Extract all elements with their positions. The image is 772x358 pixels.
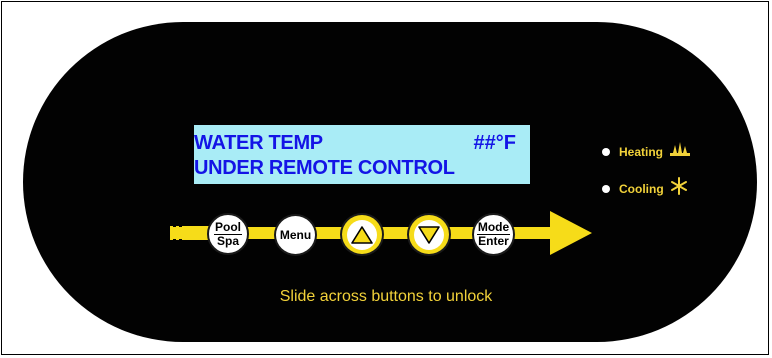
triangle-down-icon [418, 225, 440, 244]
mode-enter-button[interactable]: Mode Enter [472, 213, 515, 256]
lcd-line-remote-control: UNDER REMOTE CONTROL [194, 157, 455, 179]
enter-label: Enter [478, 234, 509, 248]
pool-spa-button[interactable]: Pool Spa [207, 213, 249, 255]
pool-label: Pool [214, 219, 242, 235]
lcd-line-water-temp: WATER TEMP [194, 132, 323, 154]
mode-enter-label: Mode Enter [476, 220, 511, 248]
cooling-indicator: Cooling [602, 177, 688, 200]
unlock-hint-container: Slide across buttons to unlock [0, 288, 772, 306]
cooling-snowflake-icon [670, 177, 688, 200]
heating-indicator: Heating [602, 140, 691, 163]
menu-button[interactable]: Menu [274, 214, 317, 256]
menu-label: Menu [279, 228, 312, 242]
spa-label: Spa [216, 233, 239, 248]
down-button[interactable] [407, 213, 451, 256]
triangle-up-icon [351, 225, 373, 244]
up-button-face [347, 219, 377, 250]
heating-led [602, 147, 610, 156]
cooling-label: Cooling [619, 181, 664, 196]
heating-icon [669, 140, 691, 163]
pool-spa-label: Pool Spa [214, 219, 242, 248]
down-button-face [414, 219, 444, 250]
lcd-temperature-value: ##°F [473, 132, 516, 154]
slide-arrow-head-icon [550, 211, 592, 255]
cooling-led [602, 184, 610, 193]
unlock-hint-text: Slide across buttons to unlock [279, 288, 493, 305]
mode-label: Mode [476, 220, 511, 235]
heating-label: Heating [619, 144, 664, 159]
lcd-display: WATER TEMP ##°F UNDER REMOTE CONTROL [194, 125, 530, 184]
up-button[interactable] [340, 213, 384, 256]
